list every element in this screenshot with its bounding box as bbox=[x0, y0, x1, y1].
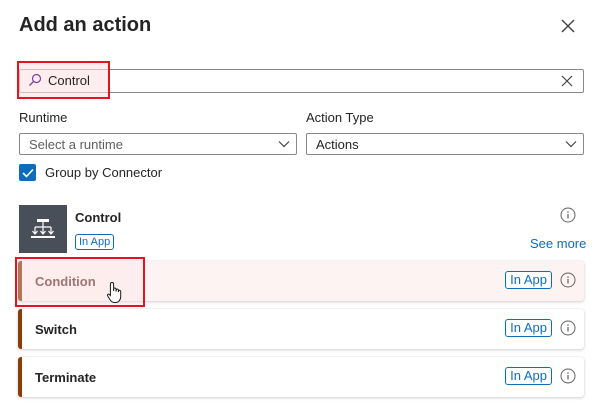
action-item-switch[interactable]: Switch In App bbox=[18, 309, 584, 349]
action-accent-bar bbox=[18, 357, 22, 397]
action-accent-bar bbox=[18, 309, 22, 349]
see-more-link[interactable]: See more bbox=[530, 236, 586, 251]
action-item-condition[interactable]: Condition In App bbox=[18, 261, 584, 301]
group-by-connector-label: Group by Connector bbox=[45, 165, 163, 180]
panel-title: Add an action bbox=[19, 14, 152, 36]
chevron-down-icon bbox=[278, 141, 290, 148]
action-label: Switch bbox=[35, 322, 77, 337]
runtime-select-value: Select a runtime bbox=[29, 137, 123, 152]
action-type-select-value: Actions bbox=[316, 137, 359, 152]
runtime-label: Runtime bbox=[19, 110, 68, 125]
in-app-badge: In App bbox=[505, 271, 552, 289]
in-app-badge: In App bbox=[505, 367, 552, 385]
action-item-terminate[interactable]: Terminate In App bbox=[18, 357, 584, 397]
search-icon bbox=[28, 73, 42, 87]
group-by-connector-checkbox[interactable] bbox=[19, 164, 36, 181]
chevron-down-icon bbox=[565, 141, 577, 148]
action-label: Condition bbox=[35, 274, 96, 289]
action-type-select[interactable]: Actions bbox=[306, 133, 584, 155]
info-icon[interactable] bbox=[560, 320, 576, 336]
action-accent-bar bbox=[18, 261, 22, 301]
close-icon bbox=[561, 75, 573, 87]
runtime-select[interactable]: Select a runtime bbox=[19, 133, 297, 155]
checkmark-icon bbox=[21, 168, 34, 178]
info-icon[interactable] bbox=[560, 368, 576, 384]
action-label: Terminate bbox=[35, 370, 97, 385]
close-button[interactable] bbox=[556, 14, 580, 38]
search-value: Control bbox=[48, 73, 90, 88]
connector-in-app-badge: In App bbox=[75, 234, 115, 250]
clear-search-button[interactable] bbox=[559, 73, 575, 89]
in-app-badge: In App bbox=[505, 319, 552, 337]
close-icon bbox=[561, 19, 575, 33]
action-type-label: Action Type bbox=[306, 110, 374, 125]
control-flow-icon bbox=[19, 205, 67, 253]
info-icon[interactable] bbox=[560, 207, 576, 223]
connector-name: Control bbox=[75, 210, 122, 225]
info-icon[interactable] bbox=[560, 272, 576, 288]
